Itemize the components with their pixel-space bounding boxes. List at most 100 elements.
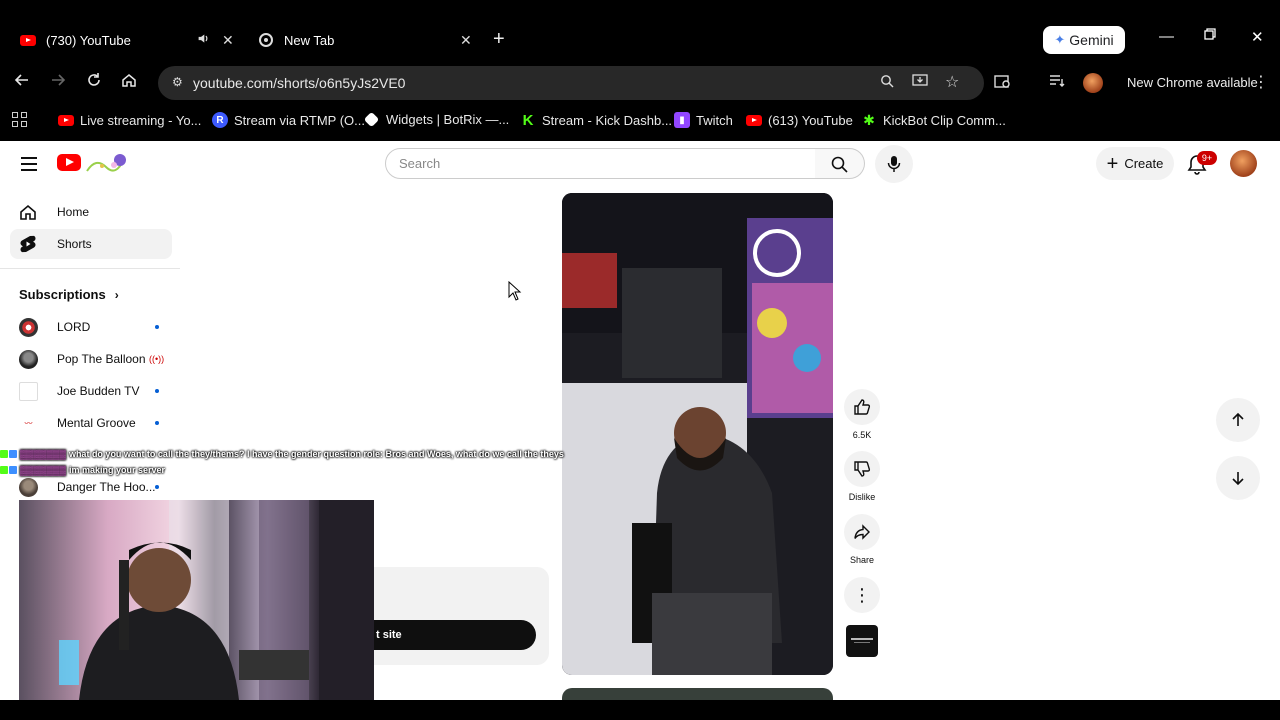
bookmark-kickbot[interactable]: ✱ KickBot Clip Comm... [861, 112, 1006, 128]
bookmark-label: KickBot Clip Comm... [883, 112, 1006, 128]
account-avatar[interactable] [1230, 150, 1257, 177]
address-bar[interactable]: ⚙ youtube.com/shorts/o6n5yJs2VE0 ☆ [158, 66, 984, 100]
sidebar-item-label: Home [57, 205, 90, 219]
dislike-action[interactable]: Dislike [844, 451, 880, 502]
reload-icon[interactable] [86, 72, 102, 93]
dislike-button[interactable] [844, 451, 880, 487]
search-button[interactable] [815, 148, 865, 179]
bookmark-label: (613) YouTube [768, 112, 853, 128]
share-label: Share [849, 555, 875, 565]
chrome-menu-icon[interactable]: ⋮ [1253, 72, 1269, 92]
create-label: Create [1124, 156, 1164, 171]
update-chip[interactable]: New Chrome available [1127, 75, 1258, 90]
video-frame [562, 193, 833, 675]
notification-badge: 9+ [1197, 151, 1217, 165]
share-button[interactable] [844, 514, 880, 550]
tab-title: (730) YouTube [46, 32, 131, 48]
kick-badge-icon [0, 466, 8, 474]
thumbs-down-icon [854, 461, 871, 477]
sub-badge-icon [9, 466, 17, 474]
close-tab-icon[interactable]: ✕ [460, 32, 472, 49]
twitch-icon: ▮ [674, 112, 690, 128]
bookmark-label: Live streaming - Yo... [80, 112, 202, 128]
promo-visit-site-button[interactable]: t site [374, 620, 536, 650]
subscription-mental-groove[interactable]: 〰 Mental Groove [19, 412, 169, 434]
doodle-logo[interactable] [84, 151, 130, 175]
youtube-logo[interactable] [57, 154, 81, 171]
new-tab-plus-icon[interactable]: + [493, 28, 505, 51]
channel-avatar [19, 381, 38, 401]
bookmark-label: Stream via RTMP (O... [234, 112, 365, 128]
menu-icon[interactable] [21, 157, 37, 175]
install-app-icon[interactable] [912, 74, 928, 91]
gemini-button[interactable]: ✦ Gemini [1043, 26, 1125, 54]
shorts-video-player[interactable] [562, 193, 833, 675]
site-settings-icon[interactable]: ⚙ [172, 75, 183, 89]
next-short-button[interactable] [1216, 456, 1260, 500]
like-button[interactable] [844, 389, 880, 425]
sidebar-item-home[interactable]: Home [10, 197, 172, 227]
tab-new-tab[interactable]: New Tab ✕ [258, 22, 473, 58]
previous-short-button[interactable] [1216, 398, 1260, 442]
minimize-icon[interactable]: — [1159, 28, 1174, 45]
create-button[interactable]: + Create [1096, 147, 1174, 180]
channel-name: Pop The Balloon [57, 352, 146, 366]
bookmark-twitch[interactable]: ▮ Twitch [674, 112, 733, 128]
back-arrow-icon[interactable] [14, 72, 30, 93]
speaker-icon[interactable] [197, 32, 210, 48]
bookmark-label: Stream - Kick Dashb... [542, 112, 673, 128]
kick-icon: K [522, 111, 534, 129]
chevron-right-icon: › [114, 287, 119, 302]
restore-icon[interactable] [1204, 27, 1216, 44]
subscription-lord[interactable]: LORD [19, 316, 169, 338]
chat-username: ▓▓▓▓▓▓▓ [20, 465, 66, 475]
voice-search-button[interactable] [875, 145, 913, 183]
channel-avatar [19, 349, 38, 369]
apps-grid-icon[interactable] [12, 112, 27, 127]
youtube-icon [58, 112, 74, 128]
promo-card [374, 567, 549, 665]
search-icon [831, 156, 848, 173]
like-action[interactable]: 6.5K [844, 389, 880, 440]
close-tab-icon[interactable]: ✕ [222, 32, 234, 49]
bottom-black-strip [0, 700, 1280, 720]
bookmark-kick[interactable]: K Stream - Kick Dashb... [520, 111, 673, 129]
subscription-danger-the-hoo[interactable]: Danger The Hoo... [19, 476, 169, 498]
close-window-icon[interactable]: ✕ [1251, 28, 1264, 46]
subscription-pop-the-balloon[interactable]: Pop The Balloon ((•)) [19, 348, 169, 370]
share-action[interactable]: Share [844, 514, 880, 565]
channel-name: LORD [57, 320, 91, 334]
chrome-icon [258, 32, 274, 48]
sidebar-item-shorts[interactable]: Shorts [10, 229, 172, 259]
new-content-dot [155, 421, 159, 425]
subscriptions-heading[interactable]: Subscriptions › [19, 287, 119, 302]
search-input[interactable]: Search [385, 148, 816, 179]
home-icon[interactable] [121, 72, 137, 93]
more-vertical-icon: ⋮ [853, 585, 871, 605]
botrix-icon [363, 111, 380, 128]
tab-title: New Tab [284, 32, 335, 48]
dislike-label: Dislike [848, 492, 876, 502]
tab-search-icon[interactable] [994, 74, 1012, 93]
chrome-profile-avatar[interactable] [1083, 73, 1103, 93]
channel-name: Danger The Hoo... [57, 480, 156, 494]
bookmark-restream[interactable]: R Stream via RTMP (O... [212, 112, 365, 128]
gemini-label: Gemini [1069, 32, 1114, 48]
bookmark-youtube[interactable]: (613) YouTube [746, 112, 853, 128]
next-short-preview[interactable] [562, 688, 833, 700]
bookmark-live-streaming[interactable]: Live streaming - Yo... [58, 112, 201, 128]
more-action[interactable]: ⋮ [844, 577, 880, 613]
forward-arrow-icon[interactable] [50, 72, 66, 93]
subscription-joe-budden-tv[interactable]: Joe Budden TV [19, 380, 169, 402]
chat-message: im making your server [68, 465, 165, 475]
bookmark-star-icon[interactable]: ☆ [945, 72, 959, 92]
sound-channel-thumbnail[interactable] [846, 625, 878, 657]
sub-badge-icon [9, 450, 17, 458]
zoom-icon[interactable] [880, 74, 894, 91]
reading-list-icon[interactable] [1049, 74, 1065, 91]
tab-youtube[interactable]: (730) YouTube ✕ [20, 22, 240, 58]
more-options-button[interactable]: ⋮ [844, 577, 880, 613]
channel-name: Mental Groove [57, 416, 136, 430]
bookmark-botrix[interactable]: Widgets | BotRix —... [363, 111, 509, 128]
browser-tab-strip: (730) YouTube ✕ New Tab ✕ + ✦ Gemini — ✕ [0, 0, 1280, 64]
